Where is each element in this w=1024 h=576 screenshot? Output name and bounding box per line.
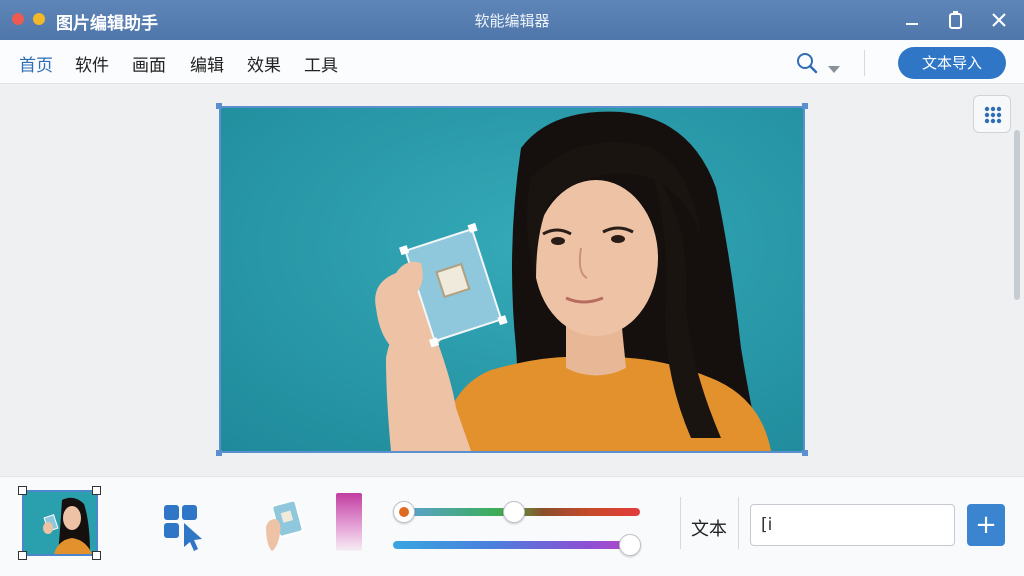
restore-icon[interactable]: [942, 7, 968, 33]
resize-handle-bottom-right[interactable]: [802, 450, 808, 456]
image-thumbnail[interactable]: [22, 490, 98, 556]
menu-item-home[interactable]: 首页: [19, 51, 53, 76]
menu-divider: [864, 50, 865, 76]
text-input-field[interactable]: [750, 504, 955, 546]
resize-handle-bottom-left[interactable]: [216, 450, 222, 456]
window-title: 软能编辑器: [474, 12, 550, 30]
minimize-icon[interactable]: [899, 7, 925, 33]
menu-item-edit[interactable]: 编辑: [190, 51, 224, 76]
crop-preview-icon[interactable]: [264, 497, 308, 557]
menu-item-tools[interactable]: 工具: [304, 51, 338, 76]
grid-icon: [984, 106, 1002, 124]
add-text-button[interactable]: +: [967, 504, 1005, 546]
title-bar: 图片编辑助手 软能编辑器: [0, 0, 1024, 40]
select-tool-icon[interactable]: [162, 503, 206, 555]
thumb-handle-top-left[interactable]: [18, 486, 27, 495]
resize-handle-top-right[interactable]: [802, 103, 808, 109]
thumb-handle-top-right[interactable]: [92, 486, 101, 495]
color-stop-handle[interactable]: [393, 501, 415, 523]
toolbar-divider: [738, 497, 739, 549]
toolbar-divider: [680, 497, 681, 549]
saturation-slider[interactable]: [393, 541, 637, 549]
resize-handle-top-left[interactable]: [216, 103, 222, 109]
vertical-scrollbar[interactable]: [1014, 130, 1020, 300]
menu-bar: 首页 软件 画面 编辑 效果 工具: [0, 40, 1024, 84]
minimize-dot-icon[interactable]: [33, 13, 45, 25]
close-dot-icon[interactable]: [12, 13, 24, 25]
slider-handle[interactable]: [503, 501, 525, 523]
search-icon[interactable]: [795, 51, 819, 79]
grid-view-button[interactable]: [973, 95, 1011, 133]
close-icon[interactable]: [986, 7, 1012, 33]
color-gradient-swatch[interactable]: [336, 493, 362, 551]
thumb-handle-bottom-left[interactable]: [18, 551, 27, 560]
chevron-down-icon[interactable]: [828, 59, 840, 78]
menu-item-software[interactable]: 软件: [75, 51, 109, 76]
menu-item-effects[interactable]: 效果: [247, 51, 281, 76]
app-title: 图片编辑助手: [56, 14, 158, 34]
thumb-handle-bottom-right[interactable]: [92, 551, 101, 560]
slider-end-handle[interactable]: [619, 534, 641, 556]
text-tool-label: 文本: [691, 519, 727, 540]
edited-photo[interactable]: [219, 106, 805, 453]
menu-item-canvas[interactable]: 画面: [132, 51, 166, 76]
text-import-button[interactable]: 文本导入: [898, 47, 1006, 79]
